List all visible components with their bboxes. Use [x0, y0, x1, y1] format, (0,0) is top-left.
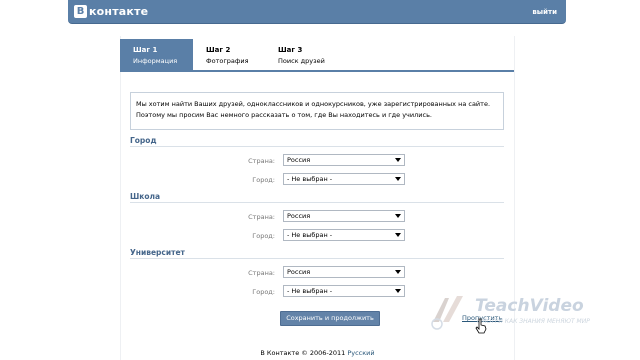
info-line-1: Мы хотим найти Ваших друзей, одноклассни…	[136, 100, 491, 108]
city-country-select[interactable]: Россия	[283, 154, 405, 166]
select-value: - Не выбран -	[287, 175, 333, 183]
watermark-brand: TeachVideo	[475, 296, 584, 316]
tab-step-2[interactable]: Шаг 2 Фотография	[193, 39, 265, 70]
university-city-select[interactable]: - Не выбран -	[283, 285, 405, 297]
dropdown-arrow-icon	[395, 177, 401, 181]
step-title: Шаг 3	[278, 46, 303, 54]
dropdown-arrow-icon	[395, 214, 401, 218]
step-label: Фотография	[206, 57, 249, 65]
hand-cursor-icon	[475, 318, 487, 336]
tab-step-3[interactable]: Шаг 3 Поиск друзей	[265, 39, 355, 70]
school-city-label: Город:	[252, 232, 275, 240]
language-link[interactable]: Русский	[347, 349, 374, 357]
divider	[130, 202, 504, 203]
info-box: Мы хотим найти Ваших друзей, одноклассни…	[130, 92, 504, 130]
divider	[130, 146, 504, 147]
city-city-select[interactable]: - Не выбран -	[283, 173, 405, 185]
step-title: Шаг 1	[133, 46, 158, 54]
logo-badge-icon: В	[74, 5, 87, 18]
section-title-university: Университет	[130, 248, 185, 257]
step-label: Поиск друзей	[278, 57, 325, 65]
select-value: Россия	[287, 212, 311, 220]
logo-text: контакте	[89, 5, 149, 18]
dropdown-arrow-icon	[395, 289, 401, 293]
school-city-select[interactable]: - Не выбран -	[283, 229, 405, 241]
info-line-2: Поэтому мы просим Вас немного рассказать…	[136, 111, 432, 119]
steps-tabs: Шаг 1 Информация Шаг 2 Фотография Шаг 3 …	[120, 39, 515, 72]
university-country-select[interactable]: Россия	[283, 266, 405, 278]
city-country-label: Страна:	[248, 157, 275, 165]
teachvideo-logo-icon	[431, 296, 463, 330]
select-value: Россия	[287, 268, 311, 276]
save-and-continue-button[interactable]: Сохранить и продолжить	[280, 311, 380, 326]
university-city-label: Город:	[252, 288, 275, 296]
select-value: - Не выбран -	[287, 287, 333, 295]
step-title: Шаг 2	[206, 46, 231, 54]
divider	[130, 258, 504, 259]
section-title-school: Школа	[130, 192, 161, 201]
teachvideo-watermark: TeachVideo СМОТРИ КАК ЗНАНИЯ МЕНЯЮТ МИР	[425, 292, 625, 332]
select-value: - Не выбран -	[287, 231, 333, 239]
step-label: Информация	[133, 57, 178, 65]
dropdown-arrow-icon	[395, 233, 401, 237]
select-value: Россия	[287, 156, 311, 164]
tab-step-1[interactable]: Шаг 1 Информация	[120, 39, 193, 70]
dropdown-arrow-icon	[395, 158, 401, 162]
top-bar: В контакте выйти	[68, 0, 566, 24]
footer-copyright: В Контакте © 2006-2011	[260, 349, 346, 357]
university-country-label: Страна:	[248, 269, 275, 277]
section-title-city: Город	[130, 136, 157, 145]
watermark-tagline: СМОТРИ КАК ЗНАНИЯ МЕНЯЮТ МИР	[477, 318, 590, 325]
city-city-label: Город:	[252, 176, 275, 184]
vk-logo[interactable]: В контакте	[74, 5, 148, 18]
school-country-label: Страна:	[248, 213, 275, 221]
footer: В Контакте © 2006-2011 Русский	[120, 349, 515, 357]
logout-link[interactable]: выйти	[532, 8, 557, 16]
school-country-select[interactable]: Россия	[283, 210, 405, 222]
dropdown-arrow-icon	[395, 270, 401, 274]
